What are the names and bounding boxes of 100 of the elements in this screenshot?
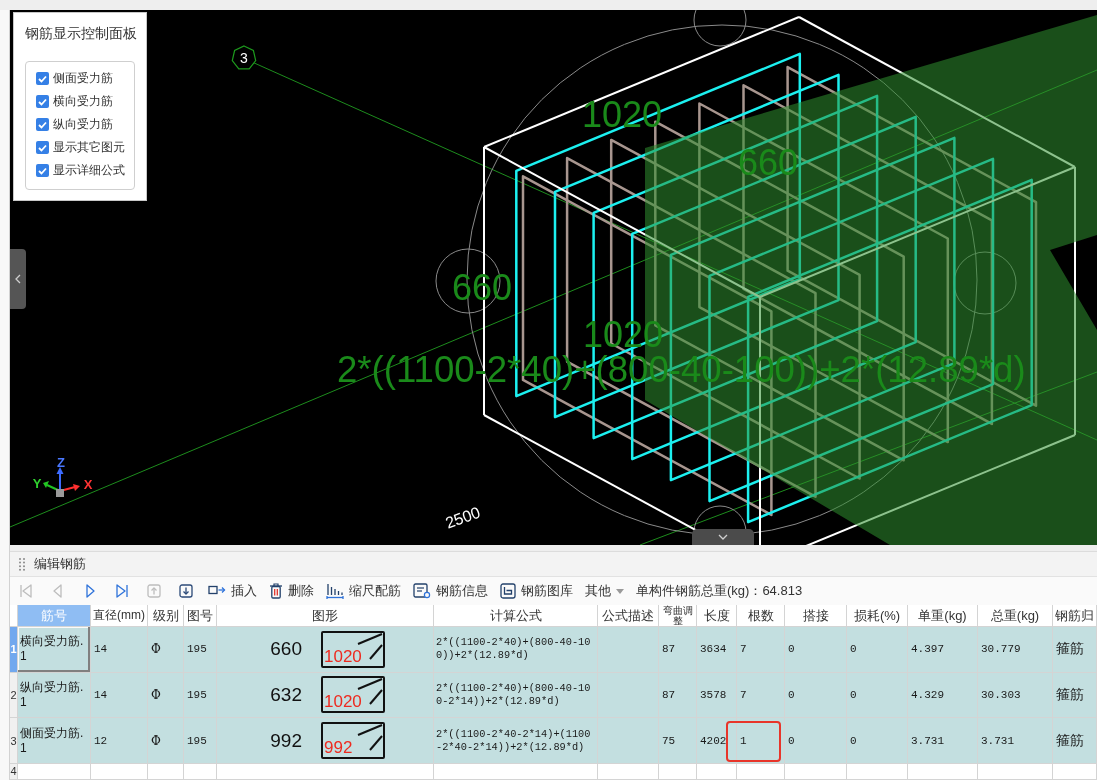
table-cell: 3634 bbox=[697, 627, 737, 673]
box-arrow-icon bbox=[208, 585, 226, 597]
checkbox[interactable] bbox=[36, 95, 49, 108]
row-number[interactable]: 2 bbox=[10, 672, 18, 719]
shape-length-label: 1020 bbox=[323, 647, 362, 666]
row-number[interactable]: 3 bbox=[10, 718, 18, 764]
table-cell: 195 bbox=[184, 718, 217, 764]
table-cell: 14 bbox=[91, 672, 148, 719]
table-cell: 30.779 bbox=[978, 627, 1053, 673]
column-header[interactable]: 图形 bbox=[217, 605, 434, 627]
delete-button[interactable]: 删除 bbox=[267, 580, 316, 602]
insert-button[interactable]: 插入 bbox=[206, 580, 259, 602]
checkbox[interactable] bbox=[36, 141, 49, 154]
column-header[interactable]: 弯曲调整 bbox=[659, 605, 697, 627]
table-cell: 箍筋 bbox=[1053, 672, 1097, 719]
table-cell: 195 bbox=[184, 627, 217, 673]
table-cell: 0 bbox=[785, 672, 847, 719]
ruler-bars-icon bbox=[326, 583, 344, 599]
table-cell: 0 bbox=[847, 672, 908, 719]
table-cell: 75 bbox=[659, 718, 697, 764]
caret-down-icon bbox=[616, 588, 624, 594]
triangle-right-icon bbox=[83, 584, 97, 598]
grip-icon[interactable] bbox=[19, 557, 25, 571]
column-header[interactable]: 长度 bbox=[697, 605, 737, 627]
column-header[interactable]: 搭接 bbox=[785, 605, 847, 627]
trash-icon bbox=[269, 583, 283, 599]
table-cell: 2*((1100-2*40-2*14)+(1100-2*40-2*14))+2*(12.89*d) bbox=[434, 718, 598, 764]
more-menu-button[interactable]: 其他 bbox=[583, 580, 626, 602]
shape-dimension-label: 992 bbox=[269, 729, 302, 752]
table-cell: 14 bbox=[91, 627, 148, 673]
column-header[interactable]: 根数 bbox=[737, 605, 785, 627]
table-cell: 2*((1100-2*40)+(800-40-100))+2*(12.89*d) bbox=[434, 627, 598, 673]
shape-length-label: 992 bbox=[323, 739, 353, 758]
table-cell: 0 bbox=[847, 718, 908, 764]
panel-title: 钢筋显示控制面板 bbox=[25, 24, 137, 42]
checkbox[interactable] bbox=[36, 72, 49, 85]
skip-start-icon bbox=[19, 584, 33, 598]
skip-end-icon bbox=[115, 584, 129, 598]
axis-label: Y bbox=[32, 476, 42, 491]
column-header[interactable]: 损耗(%) bbox=[847, 605, 908, 627]
axis-number-marker: 3 bbox=[231, 45, 257, 70]
scale-rebar-button[interactable]: 缩尺配筋 bbox=[324, 580, 403, 602]
checkbox[interactable] bbox=[36, 164, 49, 177]
table-cell: 0 bbox=[847, 627, 908, 673]
axis-label: X bbox=[83, 477, 93, 492]
table-cell: 195 bbox=[184, 672, 217, 719]
table-cell: 纵向受力筋.1 bbox=[18, 672, 91, 719]
table-cell: 4202 bbox=[697, 718, 737, 764]
table-cell: 0 bbox=[785, 718, 847, 764]
axis-triad-icon bbox=[43, 467, 80, 497]
table-cell: 3.731 bbox=[978, 718, 1053, 764]
column-header[interactable]: 总重(kg) bbox=[978, 605, 1053, 627]
table-cell: 横向受力筋.1 bbox=[18, 627, 91, 673]
table-cell: 87 bbox=[659, 627, 697, 673]
checkbox-label: 侧面受力筋 bbox=[53, 72, 113, 85]
table-cell: 箍筋 bbox=[1053, 718, 1097, 764]
table-cell: 0 bbox=[785, 627, 847, 673]
chevron-left-icon bbox=[15, 274, 21, 284]
table-cell bbox=[598, 627, 659, 673]
document-list-icon bbox=[413, 583, 431, 599]
column-header[interactable]: 图号 bbox=[184, 605, 217, 627]
table-cell: 4.329 bbox=[908, 672, 978, 719]
rebar-info-button[interactable]: 钢筋信息 bbox=[411, 580, 490, 602]
shape-length-label: 1020 bbox=[323, 693, 362, 712]
column-header[interactable]: 级别 bbox=[148, 605, 184, 627]
formula-label: 2*((1100-2*40)+(800-40-100))+2*(12.89*d) bbox=[337, 349, 1026, 390]
rebar-library-button[interactable]: 钢筋图库 bbox=[498, 580, 575, 602]
panel-title: 编辑钢筋 bbox=[34, 555, 86, 573]
column-header[interactable]: 直径(mm) bbox=[91, 605, 148, 627]
triangle-left-icon bbox=[51, 584, 65, 598]
table-cell: 4.397 bbox=[908, 627, 978, 673]
checkbox-label: 纵向受力筋 bbox=[53, 118, 113, 131]
total-weight-label: 单构件钢筋总重(kg)：64.813 bbox=[636, 582, 803, 600]
table-cell: Φ bbox=[148, 672, 184, 719]
dimension-label: 1020 bbox=[581, 94, 663, 135]
column-header[interactable]: 计算公式 bbox=[434, 605, 598, 627]
table-cell: 3578 bbox=[697, 672, 737, 719]
arrow-up-icon bbox=[147, 584, 161, 598]
shape-dimension-label: 632 bbox=[269, 684, 302, 706]
column-header[interactable]: 公式描述 bbox=[598, 605, 659, 627]
framed-shape-icon bbox=[500, 583, 516, 599]
arrow-down-icon bbox=[179, 584, 193, 598]
table-cell: 2*((1100-2*40)+(800-40-100-2*14))+2*(12.89*d) bbox=[434, 672, 598, 719]
axis-label: Z bbox=[57, 455, 65, 470]
checkbox[interactable] bbox=[36, 118, 49, 131]
checkbox-label: 显示详细公式 bbox=[53, 164, 125, 177]
table-cell: 30.303 bbox=[978, 672, 1053, 719]
table-cell: 87 bbox=[659, 672, 697, 719]
bottom-collapse-tab[interactable] bbox=[692, 529, 754, 545]
column-header[interactable]: 单重(kg) bbox=[908, 605, 978, 627]
table-cell: 7 bbox=[737, 672, 785, 719]
table-cell: Φ bbox=[148, 718, 184, 764]
side-collapse-tab[interactable] bbox=[10, 249, 26, 309]
table-cell: Φ bbox=[148, 627, 184, 673]
table-cell: 12 bbox=[91, 718, 148, 764]
checkbox-label: 显示其它图元 bbox=[53, 141, 125, 154]
table-cell bbox=[598, 718, 659, 764]
column-header[interactable]: 钢筋归 bbox=[1053, 605, 1097, 627]
checkbox-label: 横向受力筋 bbox=[53, 95, 113, 108]
table-cell: 箍筋 bbox=[1053, 627, 1097, 673]
